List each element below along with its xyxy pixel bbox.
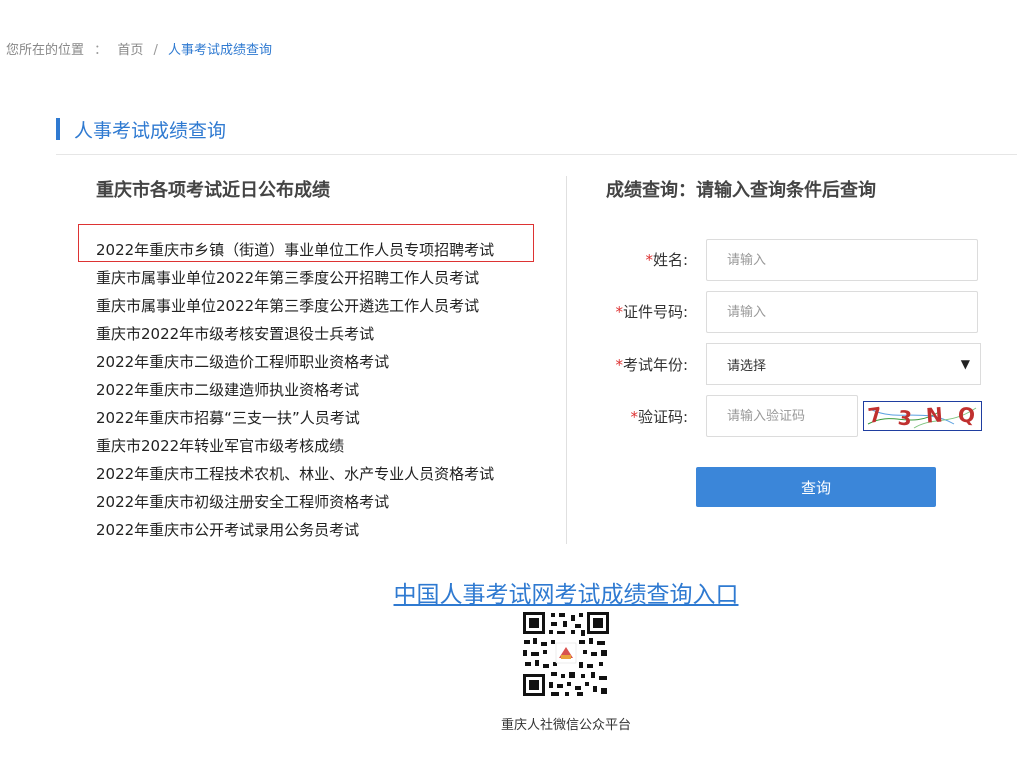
chevron-down-icon: ▼ bbox=[960, 357, 970, 371]
query-form-heading: 成绩查询：请输入查询条件后查询 bbox=[606, 180, 876, 201]
column-divider bbox=[566, 176, 567, 544]
id-number-input[interactable] bbox=[706, 291, 978, 333]
captcha-input[interactable] bbox=[706, 395, 858, 437]
qr-caption: 重庆人社微信公众平台 bbox=[500, 718, 631, 733]
name-input[interactable] bbox=[706, 239, 978, 281]
section-title: 人事考试成绩查询 bbox=[74, 119, 227, 142]
breadcrumb-colon: ： bbox=[94, 43, 108, 58]
breadcrumb-current: 人事考试成绩查询 bbox=[168, 43, 273, 58]
exam-list-item[interactable]: 2022年重庆市公开考试录用公务员考试 bbox=[96, 516, 546, 544]
exam-list: 2022年重庆市乡镇（街道）事业单位工作人员专项招聘考试 重庆市属事业单位202… bbox=[96, 236, 546, 544]
portal-link-row: 中国人事考试网考试成绩查询入口 bbox=[0, 575, 1017, 609]
query-form-panel: 成绩查询：请输入查询条件后查询 bbox=[606, 176, 1006, 202]
exam-list-item[interactable]: 重庆市2022年转业军官市级考核成绩 bbox=[96, 432, 546, 460]
exam-list-item[interactable]: 重庆市属事业单位2022年第三季度公开招聘工作人员考试 bbox=[96, 264, 546, 292]
exam-list-item[interactable]: 2022年重庆市招募“三支一扶”人员考试 bbox=[96, 404, 546, 432]
name-label: *姓名: bbox=[645, 251, 688, 269]
required-mark: * bbox=[645, 251, 653, 269]
captcha-char: N bbox=[925, 402, 944, 428]
id-number-label: *证件号码: bbox=[615, 303, 688, 321]
captcha-image[interactable]: 7 3 N Q bbox=[863, 401, 982, 431]
exam-year-selected-value: 请选择 bbox=[727, 358, 767, 374]
exam-list-item[interactable]: 重庆市2022年市级考核安置退役士兵考试 bbox=[96, 320, 546, 348]
exam-list-item[interactable]: 2022年重庆市工程技术农机、林业、水产专业人员资格考试 bbox=[96, 460, 546, 488]
breadcrumb-home-link[interactable]: 首页 bbox=[117, 43, 143, 58]
recent-exams-heading: 重庆市各项考试近日公布成绩 bbox=[96, 180, 330, 201]
breadcrumb-prefix: 您所在的位置 bbox=[6, 43, 85, 58]
recent-exams-panel: 重庆市各项考试近日公布成绩 2022年重庆市乡镇（街道）事业单位工作人员专项招聘… bbox=[96, 176, 546, 544]
required-mark: * bbox=[630, 408, 638, 426]
required-mark: * bbox=[615, 303, 623, 321]
exam-list-item[interactable]: 2022年重庆市二级建造师执业资格考试 bbox=[96, 376, 546, 404]
exam-year-label: *考试年份: bbox=[615, 356, 688, 374]
section-accent-bar bbox=[56, 118, 60, 140]
section-header: 人事考试成绩查询 bbox=[56, 117, 227, 142]
section-divider bbox=[56, 154, 1017, 155]
exam-list-item[interactable]: 2022年重庆市乡镇（街道）事业单位工作人员专项招聘考试 bbox=[96, 236, 546, 264]
captcha-char: 3 bbox=[896, 405, 914, 431]
captcha-label: *验证码: bbox=[630, 408, 688, 426]
breadcrumb: 您所在的位置 ： 首页 / 人事考试成绩查询 bbox=[6, 39, 272, 58]
cpta-score-portal-link[interactable]: 中国人事考试网考试成绩查询入口 bbox=[394, 582, 739, 608]
breadcrumb-separator: / bbox=[153, 43, 158, 58]
wechat-qr-code-icon bbox=[521, 610, 611, 698]
exam-list-item[interactable]: 重庆市属事业单位2022年第三季度公开遴选工作人员考试 bbox=[96, 292, 546, 320]
required-mark: * bbox=[615, 356, 623, 374]
captcha-char: Q bbox=[957, 402, 976, 428]
query-button[interactable]: 查询 bbox=[696, 467, 936, 507]
exam-list-item[interactable]: 2022年重庆市初级注册安全工程师资格考试 bbox=[96, 488, 546, 516]
exam-list-item[interactable]: 2022年重庆市二级造价工程师职业资格考试 bbox=[96, 348, 546, 376]
exam-year-select[interactable]: 请选择 ▼ bbox=[706, 343, 981, 385]
